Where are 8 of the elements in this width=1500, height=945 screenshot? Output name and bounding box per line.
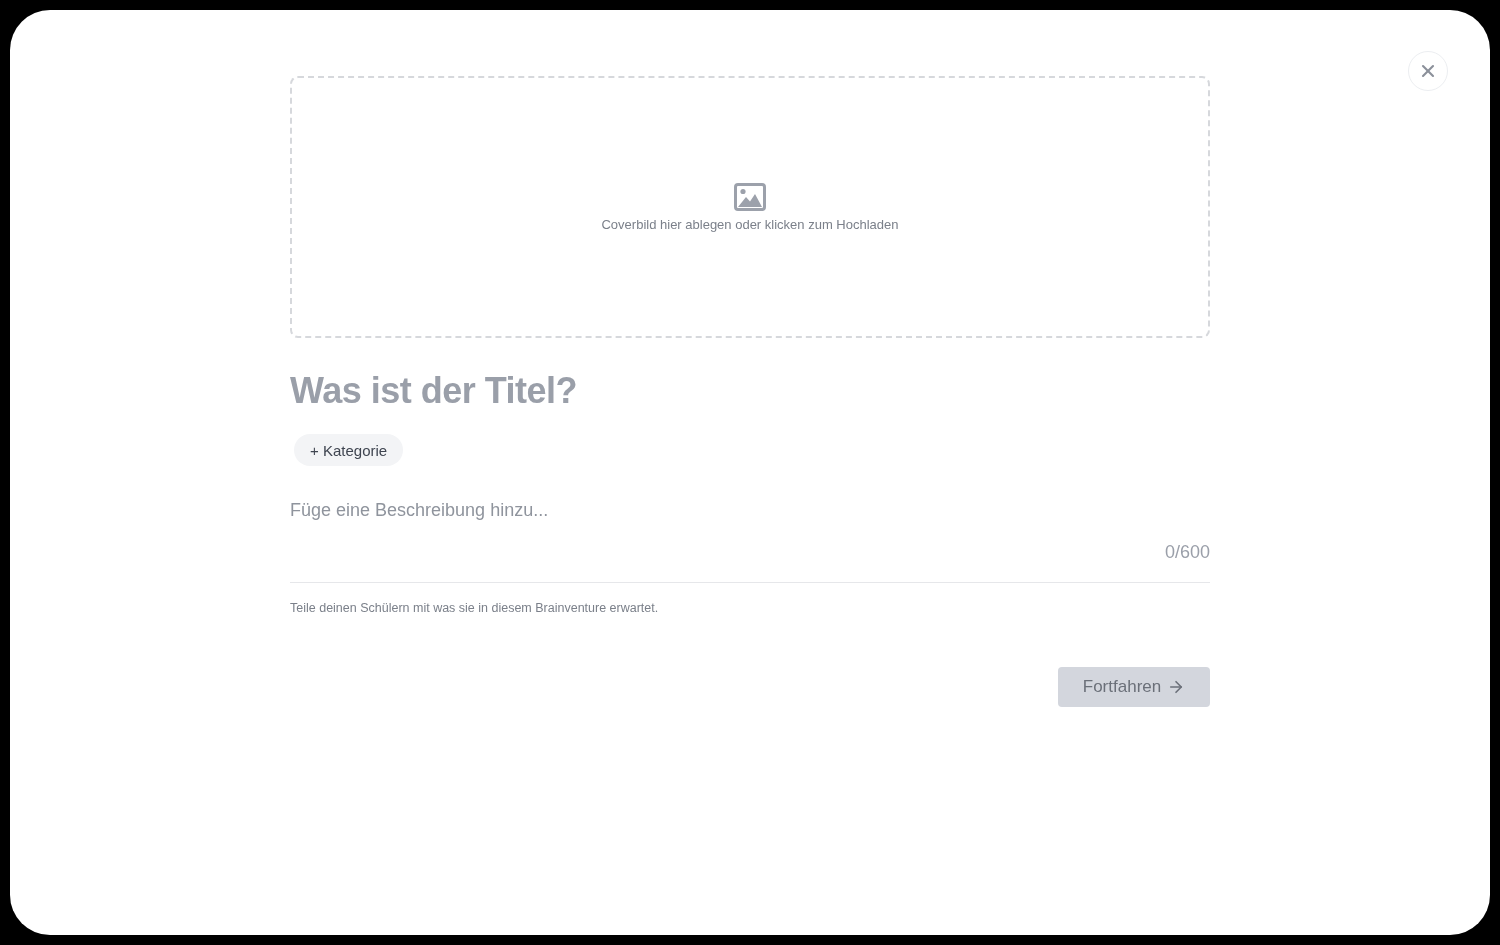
close-button[interactable] [1408, 51, 1448, 91]
image-icon [734, 182, 766, 211]
upload-hint: Coverbild hier ablegen oder klicken zum Hochladen [601, 216, 899, 232]
category-button[interactable]: + Kategorie [294, 434, 404, 466]
helper-text: Teile deinen Schülern mit was sie in diesem Brainventure erwartet. [290, 600, 660, 616]
title-field[interactable]: Was ist der Titel? [290, 367, 1210, 415]
character-counter: 0/600 [1164, 541, 1210, 564]
cover-upload-dropzone[interactable]: Coverbild hier ablegen oder klicken zum Hochladen [290, 76, 1210, 338]
